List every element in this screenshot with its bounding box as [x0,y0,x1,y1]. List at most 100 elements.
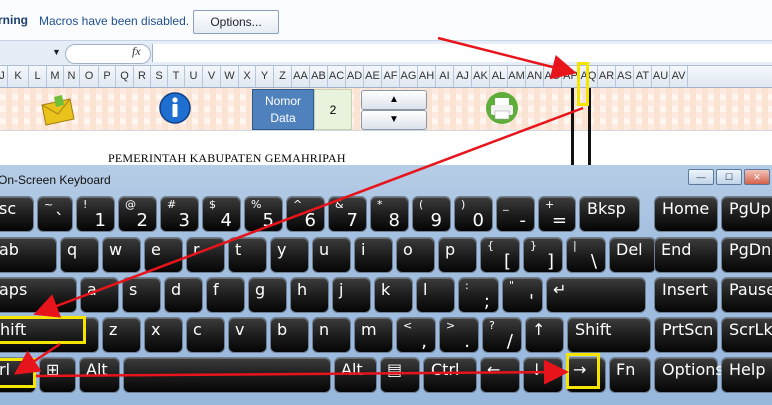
key-comma[interactable]: <, [396,317,436,353]
key-k[interactable]: k [374,277,413,313]
formula-input[interactable] [152,44,772,62]
key-insert[interactable]: Insert [654,277,718,313]
column-header[interactable]: Z [274,66,292,87]
column-header[interactable]: AT [634,66,652,87]
key-h[interactable]: h [290,277,329,313]
key-d[interactable]: d [164,277,203,313]
key-up[interactable]: ↑ [525,317,564,353]
column-header[interactable]: AN [526,66,544,87]
close-button[interactable]: ✕ [744,169,770,185]
key-m[interactable]: m [354,317,393,353]
key-period[interactable]: >. [439,317,479,353]
key-pipe[interactable]: | \ [566,237,606,273]
key-k4[interactable]: $4 [202,196,241,232]
column-header[interactable]: U [185,66,203,87]
column-header[interactable]: AM [508,66,526,87]
key-k3[interactable]: #3 [160,196,199,232]
key-g[interactable]: g [248,277,287,313]
key-r[interactable]: r [186,237,225,273]
key-l[interactable]: l [416,277,455,313]
key-scrlk[interactable]: ScrLk [721,317,772,353]
key-z[interactable]: z [102,317,141,353]
key-a[interactable]: a [80,277,119,313]
insert-function-icon[interactable]: fx [132,44,141,59]
minimize-button[interactable]: — [688,169,714,185]
key-down[interactable]: ↓ [523,357,563,393]
key-k7[interactable]: & 7 [328,196,367,232]
key-quote[interactable]: " ' [502,277,543,313]
column-header[interactable]: Y [256,66,274,87]
column-header[interactable]: K [8,66,29,87]
key-rshift[interactable]: Shift [567,317,651,353]
column-header[interactable]: AE [364,66,382,87]
key-k6[interactable]: ^ 6 [286,196,325,232]
column-header[interactable]: AF [382,66,400,87]
key-equal[interactable]: + = [538,196,576,232]
key-semicolon[interactable]: :; [458,277,499,313]
key-f[interactable]: f [206,277,245,313]
column-header[interactable]: AU [652,66,670,87]
key-ralt[interactable]: Alt [334,357,377,393]
key-k8[interactable]: * 8 [370,196,409,232]
column-header[interactable]: V [203,66,221,87]
key-i[interactable]: i [354,237,393,273]
printer-icon[interactable] [484,91,520,125]
key-k9[interactable]: (9 [412,196,451,232]
key-fn[interactable]: Fn [609,357,651,393]
key-k5[interactable]: % 5 [244,196,283,232]
column-header[interactable]: AJ [454,66,472,87]
column-header[interactable]: AR [598,66,616,87]
spin-up-button[interactable]: ▲ [361,90,427,110]
column-header[interactable]: AI [436,66,454,87]
key-bksp[interactable]: Bksp [579,196,640,232]
key-lbrace[interactable]: {[ [480,237,520,273]
column-header[interactable]: M [47,66,64,87]
key-o[interactable]: o [396,237,435,273]
key-e[interactable]: e [144,237,183,273]
key-rctrl[interactable]: Ctrl [423,357,477,393]
key-pgup[interactable]: PgUp [721,196,772,232]
column-header[interactable]: O [80,66,99,87]
key-help[interactable]: Help [721,357,772,393]
column-header[interactable]: W [221,66,239,87]
key-q[interactable]: q [60,237,99,273]
key-pause[interactable]: Pause [721,277,772,313]
key-k0[interactable]: ) 0 [454,196,493,232]
key-b[interactable]: b [270,317,309,353]
column-header[interactable]: P [99,66,116,87]
key-y[interactable]: y [270,237,309,273]
column-header[interactable]: X [239,66,256,87]
column-header[interactable]: J [0,66,8,87]
column-header[interactable]: AK [472,66,490,87]
column-header[interactable]: AB [310,66,328,87]
key-options[interactable]: Options [654,357,724,393]
key-n[interactable]: n [312,317,351,353]
info-icon[interactable] [158,91,192,125]
key-prtscn[interactable]: PrtScn [654,317,718,353]
spin-down-button[interactable]: ▼ [361,110,427,130]
column-header[interactable]: AG [400,66,418,87]
column-header[interactable]: AC [328,66,346,87]
column-header[interactable]: T [168,66,185,87]
column-header[interactable]: S [151,66,168,87]
key-c[interactable]: c [186,317,225,353]
column-header[interactable]: AS [616,66,634,87]
key-del[interactable]: Del [609,237,656,273]
column-header[interactable]: AO [544,66,562,87]
column-header[interactable]: N [64,66,80,87]
nomor-data-value[interactable]: 2 [314,89,352,130]
key-win[interactable]: ⊞ [39,357,76,393]
column-header[interactable]: AA [292,66,310,87]
key-enter[interactable]: ↵ [546,277,646,313]
key-j[interactable]: j [332,277,371,313]
key-menu[interactable]: ▤ [380,357,420,393]
key-caps[interactable]: aps [0,277,77,313]
key-k1[interactable]: ! 1 [76,196,115,232]
column-header[interactable]: R [134,66,151,87]
key-space[interactable] [123,357,331,393]
column-header[interactable]: L [29,66,47,87]
column-header[interactable]: AV [670,66,688,87]
column-header[interactable]: AD [346,66,364,87]
key-end[interactable]: End [654,237,718,273]
namebox-dropdown-icon[interactable]: ▼ [52,47,61,57]
